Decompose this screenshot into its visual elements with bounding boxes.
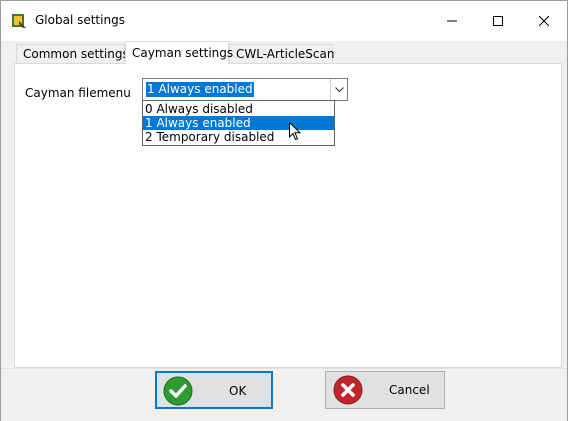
- close-button[interactable]: [521, 1, 567, 41]
- tab-cayman-settings[interactable]: Cayman settings: [125, 41, 233, 64]
- dropdown-option-always-disabled[interactable]: 0 Always disabled: [143, 102, 334, 116]
- dropdown-option-temporary-disabled[interactable]: 2 Temporary disabled: [143, 130, 334, 144]
- minimize-button[interactable]: [429, 1, 475, 41]
- settings-window: Global settings Common settings Cayman s…: [0, 0, 568, 421]
- dialog-footer: OK Cancel: [1, 368, 567, 421]
- cancel-button-label: Cancel: [389, 383, 430, 397]
- chevron-down-icon[interactable]: [330, 79, 347, 100]
- cayman-filemenu-combobox[interactable]: 1 Always enabled: [142, 78, 348, 101]
- maximize-button[interactable]: [475, 1, 521, 41]
- cancel-x-icon: [333, 375, 363, 405]
- app-settings-icon: [11, 13, 27, 29]
- cayman-settings-panel: Cayman filemenu 1 Always enabled 0 Alway…: [14, 63, 562, 368]
- window-title: Global settings: [35, 13, 125, 27]
- title-bar[interactable]: Global settings: [1, 1, 567, 41]
- combobox-selected-value: 1 Always enabled: [146, 82, 254, 97]
- tab-strip: Common settings Cayman settings CWL-Arti…: [1, 41, 567, 64]
- cancel-button[interactable]: Cancel: [325, 371, 445, 409]
- ok-button-label: OK: [229, 384, 247, 398]
- dropdown-option-always-enabled[interactable]: 1 Always enabled: [143, 116, 334, 130]
- mouse-pointer-icon: [289, 121, 302, 144]
- tab-cwl-articlescan[interactable]: CWL-ArticleScan: [229, 44, 334, 62]
- cayman-filemenu-label: Cayman filemenu: [25, 86, 131, 100]
- checkmark-icon: [163, 376, 193, 406]
- cayman-filemenu-dropdown-list: 0 Always disabled 1 Always enabled 2 Tem…: [142, 100, 335, 146]
- ok-button[interactable]: OK: [155, 371, 273, 409]
- tab-common-settings[interactable]: Common settings: [16, 44, 129, 62]
